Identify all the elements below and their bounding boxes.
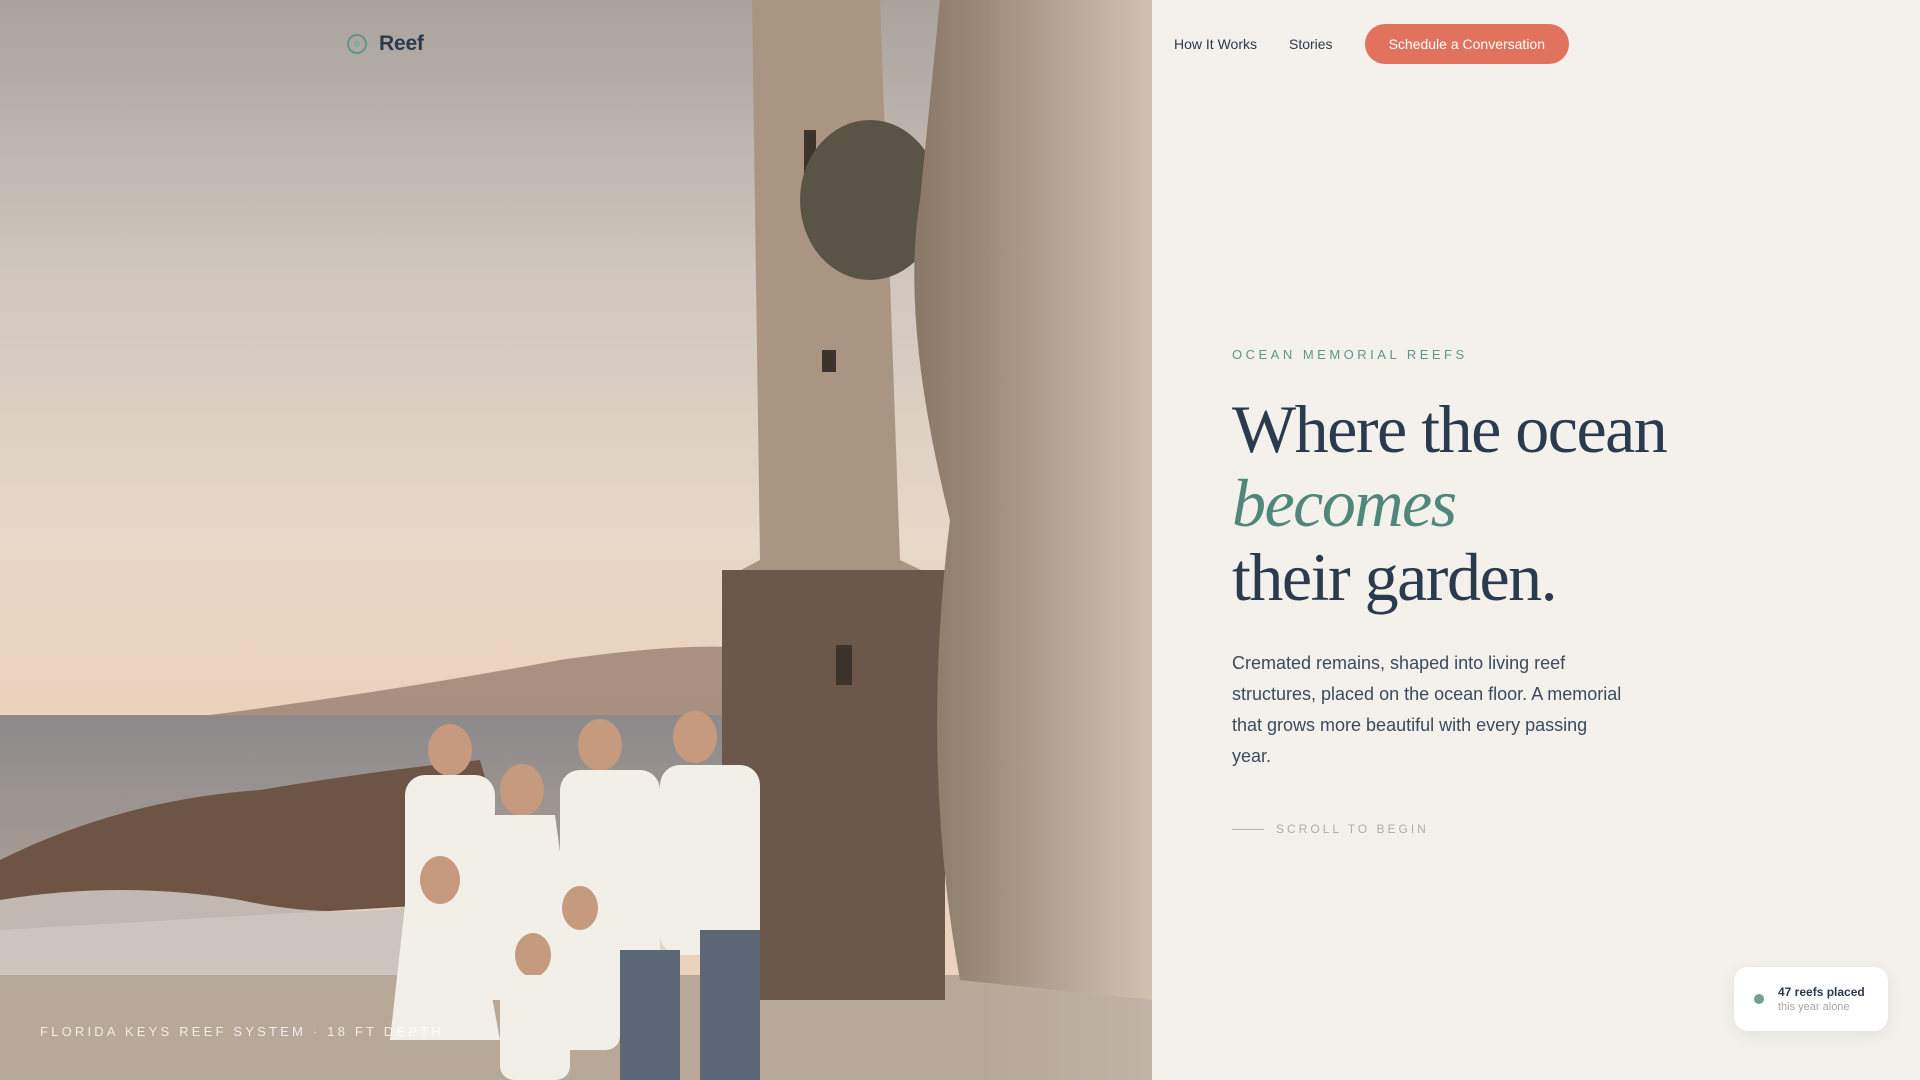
scroll-label: SCROLL TO BEGIN xyxy=(1276,822,1429,836)
headline-line-3: their garden. xyxy=(1232,539,1558,615)
hero-photo: FLORIDA KEYS REEF SYSTEM · 18 FT DEPTH xyxy=(0,0,1152,1080)
hero-headline: Where the ocean becomes their garden. xyxy=(1232,391,1668,615)
brand-name: Reef xyxy=(379,32,424,55)
hero-description: Cremated remains, shaped into living ree… xyxy=(1232,653,1622,766)
stat-value: 47 reefs placed xyxy=(1778,984,1865,999)
scroll-line xyxy=(1232,828,1264,830)
nav-link-stories[interactable]: Stories xyxy=(1289,24,1333,64)
hero-photo-illustration xyxy=(0,0,1152,1080)
headline-line-1: Where the ocean xyxy=(1232,391,1668,467)
schedule-conversation-button[interactable]: Schedule a Conversation xyxy=(1364,24,1569,64)
nav-link-how-it-works[interactable]: How It Works xyxy=(1174,24,1257,64)
brand-logo[interactable]: Reef xyxy=(347,32,424,56)
status-dot-icon xyxy=(1754,994,1764,1004)
stat-card: 47 reefs placed this year alone xyxy=(1734,967,1888,1031)
headline-accent: becomes xyxy=(1232,465,1457,541)
main-nav: How It Works Stories Schedule a Conversa… xyxy=(1174,24,1601,64)
photo-caption: FLORIDA KEYS REEF SYSTEM · 18 FT DEPTH xyxy=(40,1024,444,1039)
stat-subtitle: this year alone xyxy=(1778,1000,1850,1013)
reef-logo-icon xyxy=(347,34,367,54)
scroll-indicator[interactable]: SCROLL TO BEGIN xyxy=(1232,822,1429,836)
hero-eyebrow: OCEAN MEMORIAL REEFS xyxy=(1232,347,1468,362)
